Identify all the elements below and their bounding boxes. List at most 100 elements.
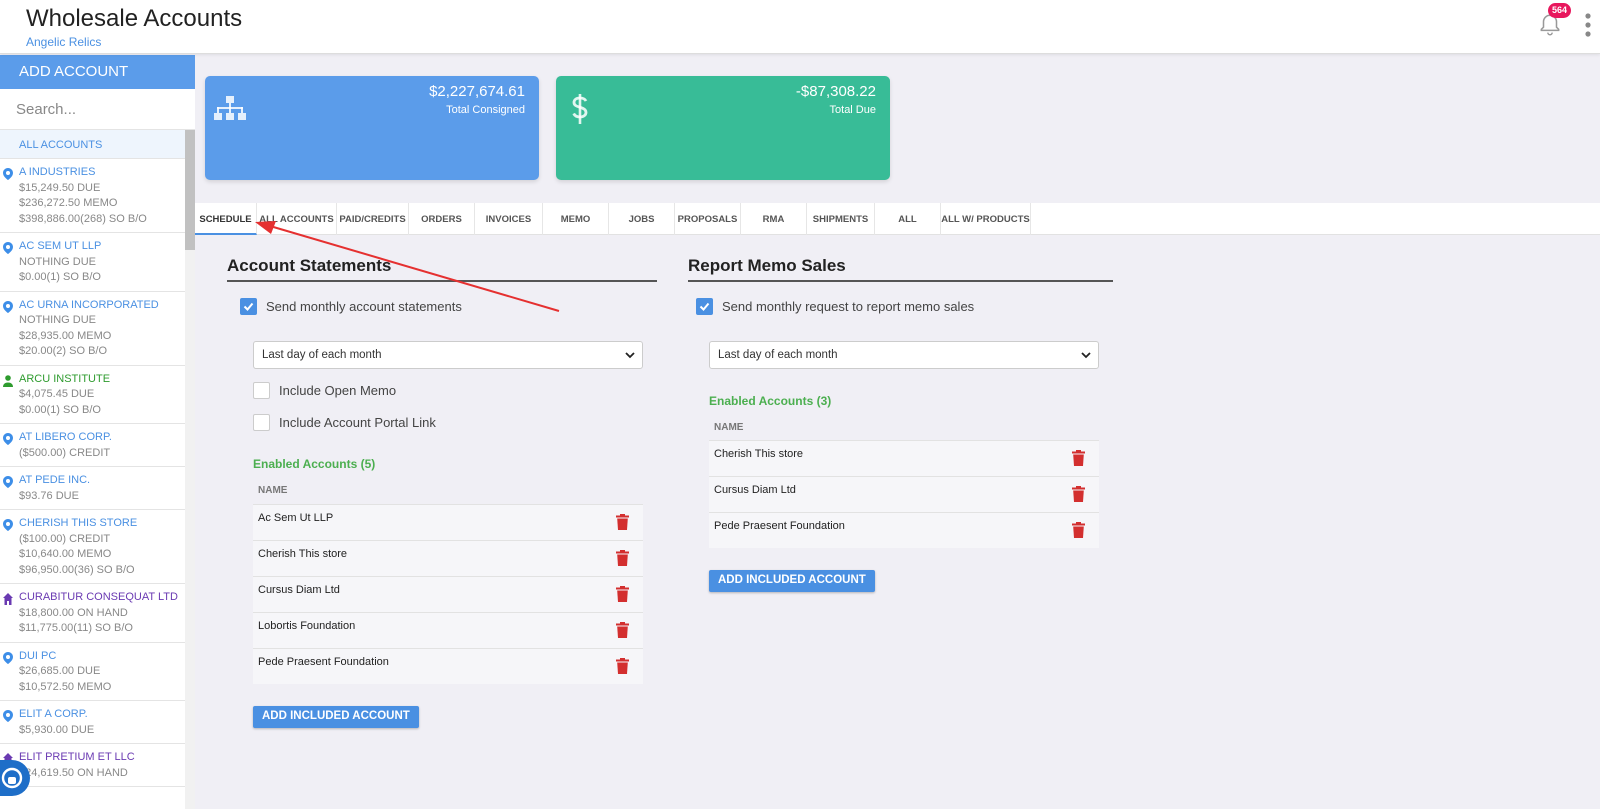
account-balance-line: NOTHING DUE bbox=[19, 255, 96, 268]
account-name: CURABITUR CONSEQUAT LTD bbox=[19, 591, 178, 603]
enabled-account-name: Cherish This store bbox=[258, 548, 348, 560]
account-balance-line: ($100.00) CREDIT bbox=[19, 532, 111, 545]
send-statements-checkbox-row[interactable]: Send monthly account statements bbox=[240, 298, 462, 315]
account-list-item[interactable]: DUI PC $26,685.00 DUE $10,572.50 MEMO bbox=[0, 643, 185, 701]
person-icon bbox=[3, 374, 13, 387]
account-name: AT PEDE INC. bbox=[19, 474, 91, 486]
account-list-item[interactable]: CURABITUR CONSEQUAT LTD $18,800.00 ON HAN… bbox=[0, 584, 185, 643]
tab-proposals[interactable]: PROPOSALS bbox=[675, 203, 741, 235]
app-header: Wholesale Accounts Angelic Relics 564 bbox=[0, 0, 1600, 54]
account-balance-line: $398,886.00(268) SO B/O bbox=[19, 212, 147, 225]
account-name: AT LIBERO CORP. bbox=[19, 431, 112, 443]
tab-schedule[interactable]: SCHEDULE bbox=[195, 203, 257, 235]
more-menu-icon[interactable] bbox=[1584, 12, 1592, 38]
account-list-item[interactable]: CHERISH THIS STORE ($100.00) CREDIT $10,64… bbox=[0, 510, 185, 584]
account-search-input[interactable] bbox=[0, 89, 195, 130]
include-portal-link-label: Include Account Portal Link bbox=[279, 415, 436, 430]
table-row: Cursus Diam Ltd bbox=[253, 576, 643, 612]
account-list-item[interactable]: AC SEM UT LLP NOTHING DUE $0.00(1) SO B/O bbox=[0, 233, 185, 292]
account-list-item[interactable]: ARCU INSTITUTE $4,075.45 DUE $0.00(1) SO B… bbox=[0, 366, 185, 424]
sidebar-scrollbar[interactable] bbox=[185, 130, 195, 809]
statements-add-included-account-button[interactable]: ADD INCLUDED ACCOUNT bbox=[253, 706, 419, 728]
table-row: Cherish This store bbox=[709, 440, 1099, 476]
account-balance-line: $96,950.00(36) SO B/O bbox=[19, 563, 135, 576]
account-balance-line: $24,619.50 ON HAND bbox=[19, 766, 128, 779]
headset-icon bbox=[1, 767, 23, 789]
trash-icon[interactable] bbox=[1072, 486, 1085, 502]
location-pin-icon bbox=[3, 242, 13, 254]
tab-paid-credits[interactable]: PAID/CREDITS bbox=[337, 203, 409, 235]
account-name: AC URNA INCORPORATED bbox=[19, 298, 159, 311]
account-balance-line: $10,640.00 MEMO bbox=[19, 548, 112, 560]
account-name: AC SEM UT LLP bbox=[19, 240, 102, 252]
include-open-memo-row[interactable]: Include Open Memo bbox=[253, 382, 396, 399]
total-due-card: -$87,308.22 Total Due bbox=[556, 76, 890, 180]
include-open-memo-label: Include Open Memo bbox=[279, 383, 397, 398]
trash-icon[interactable] bbox=[1072, 450, 1085, 466]
account-balance-line: $5,930.00 DUE bbox=[19, 723, 95, 736]
tab-shipments[interactable]: SHIPMENTS bbox=[807, 203, 875, 235]
trash-icon[interactable] bbox=[616, 550, 629, 566]
account-name: A INDUSTRIES bbox=[19, 166, 96, 178]
include-portal-link-checkbox[interactable] bbox=[253, 414, 270, 431]
memo-schedule-value: Last day of each month bbox=[718, 349, 838, 361]
account-name: ELIT PRETIUM ET LLC bbox=[19, 751, 135, 763]
dollar-icon bbox=[572, 94, 588, 124]
memo-schedule-select[interactable]: Last day of each month bbox=[709, 341, 1099, 369]
account-list-item[interactable]: AT PEDE INC. $93.76 DUE bbox=[0, 467, 185, 510]
account-list-item[interactable]: AT LIBERO CORP. ($500.00) CREDIT bbox=[0, 424, 185, 467]
tab-memo[interactable]: MEMO bbox=[543, 203, 609, 235]
tab-jobs[interactable]: JOBS bbox=[609, 203, 675, 235]
page-title: Wholesale Accounts bbox=[26, 5, 243, 32]
total-consigned-card: $2,227,674.61 Total Consigned bbox=[205, 76, 539, 180]
trash-icon[interactable] bbox=[616, 658, 629, 674]
statements-enabled-count: Enabled Accounts (5) bbox=[253, 457, 376, 471]
account-balance-line: ($500.00) CREDIT bbox=[19, 446, 111, 459]
account-balance-line: $4,075.45 DUE bbox=[19, 388, 95, 400]
trash-icon[interactable] bbox=[616, 514, 629, 530]
tab-invoices[interactable]: INVOICES bbox=[475, 203, 543, 235]
total-consigned-amount: $2,227,674.61 bbox=[429, 83, 525, 100]
enabled-account-name: Ac Sem Ut LLP bbox=[258, 512, 334, 524]
add-account-button[interactable]: ADD ACCOUNT bbox=[0, 55, 195, 89]
tab-all-w-products[interactable]: ALL W/ PRODUCTS bbox=[941, 203, 1031, 235]
memo-enabled-count: Enabled Accounts (3) bbox=[709, 394, 832, 408]
send-memo-request-checkbox-row[interactable]: Send monthly request to report memo sale… bbox=[696, 298, 974, 315]
table-row: Ac Sem Ut LLP bbox=[253, 504, 643, 540]
memo-add-included-account-button[interactable]: ADD INCLUDED ACCOUNT bbox=[709, 570, 875, 592]
location-pin-icon bbox=[3, 519, 13, 531]
location-pin-icon bbox=[3, 651, 13, 664]
trash-icon[interactable] bbox=[1072, 522, 1085, 538]
account-name: CHERISH THIS STORE bbox=[19, 517, 138, 529]
scrollbar-thumb[interactable] bbox=[185, 130, 195, 250]
org-chart-icon bbox=[214, 96, 246, 120]
account-name: ELIT A CORP. bbox=[19, 708, 88, 720]
memo-name-header: NAME bbox=[714, 422, 744, 433]
include-portal-link-row[interactable]: Include Account Portal Link bbox=[253, 414, 436, 431]
account-list-item[interactable]: A INDUSTRIES $15,249.50 DUE $236,272.50 ME… bbox=[0, 159, 185, 233]
location-pin-icon bbox=[3, 710, 13, 722]
house-icon bbox=[3, 593, 13, 605]
table-row: Pede Praesent Foundation bbox=[253, 648, 643, 684]
tab-rma[interactable]: RMA bbox=[741, 203, 807, 235]
account-balance-line: $236,272.50 MEMO bbox=[19, 197, 118, 209]
account-balance-line: $26,685.00 DUE bbox=[19, 665, 101, 677]
checkmark-icon bbox=[699, 302, 710, 311]
send-statements-checkbox[interactable] bbox=[240, 298, 257, 315]
statements-schedule-select[interactable]: Last day of each month bbox=[253, 341, 643, 369]
send-memo-request-checkbox[interactable] bbox=[696, 298, 713, 315]
include-open-memo-checkbox[interactable] bbox=[253, 382, 270, 399]
report-memo-sales-title: Report Memo Sales bbox=[688, 256, 1113, 282]
support-chat-button[interactable] bbox=[0, 760, 30, 796]
account-list-item[interactable]: AC URNA INCORPORATED NOTHING DUE $28,935.0… bbox=[0, 292, 185, 366]
trash-icon[interactable] bbox=[616, 586, 629, 602]
tab-orders[interactable]: ORDERS bbox=[409, 203, 475, 235]
trash-icon[interactable] bbox=[616, 622, 629, 638]
account-balance-line: $0.00(1) SO B/O bbox=[19, 271, 101, 283]
all-accounts-item[interactable]: ALL ACCOUNTS bbox=[0, 130, 185, 159]
location-pin-icon bbox=[3, 300, 13, 313]
account-list-item[interactable]: ELIT A CORP. $5,930.00 DUE bbox=[0, 701, 185, 744]
tab-all[interactable]: ALL bbox=[875, 203, 941, 235]
send-memo-request-label: Send monthly request to report memo sale… bbox=[722, 299, 975, 314]
tab-all-accounts[interactable]: ALL ACCOUNTS bbox=[257, 203, 337, 235]
